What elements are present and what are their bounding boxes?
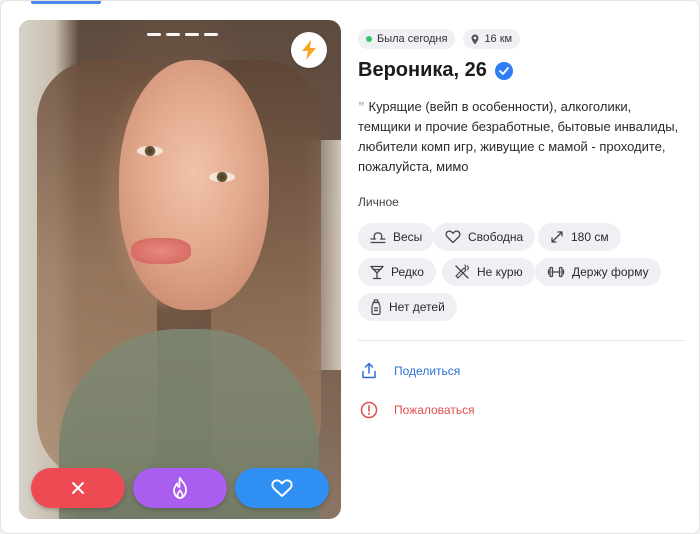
personal-section-title: Личное	[358, 195, 399, 209]
heart-outline-icon	[445, 230, 461, 244]
libra-icon	[370, 232, 386, 244]
trait-fitness: Держу форму	[535, 258, 661, 286]
photo-pagination[interactable]	[147, 33, 218, 36]
height-arrows-icon	[551, 231, 563, 243]
trait-label: Не курю	[477, 265, 523, 279]
status-chips: Была сегодня 16 км	[358, 29, 521, 49]
flame-icon	[173, 477, 187, 499]
quote-icon: ”	[358, 99, 365, 114]
superlike-button[interactable]	[133, 468, 227, 508]
profile-photo[interactable]	[19, 20, 341, 519]
like-button[interactable]	[235, 468, 329, 508]
report-button[interactable]: Пожаловаться	[360, 401, 475, 419]
trait-children: Нет детей	[358, 293, 457, 321]
trait-alcohol: Редко	[358, 258, 436, 286]
trait-label: Нет детей	[389, 300, 445, 314]
profile-header: Вероника, 26	[358, 59, 513, 82]
photo-eye-right	[209, 172, 235, 182]
photo-face	[119, 60, 269, 310]
last-seen-text: Была сегодня	[377, 33, 448, 45]
photo-page-indicator[interactable]	[204, 33, 218, 36]
trait-label: Держу форму	[572, 265, 649, 279]
profile-name: Вероника, 26	[358, 59, 487, 81]
distance-text: 16 км	[484, 33, 513, 45]
trait-label: Весы	[393, 230, 423, 244]
share-icon	[362, 362, 376, 379]
profile-window: Была сегодня 16 км Вероника, 26 ” Курящие…	[0, 0, 700, 534]
photo-page-indicator[interactable]	[147, 33, 161, 36]
cocktail-glass-icon	[370, 265, 384, 279]
report-label: Пожаловаться	[394, 403, 475, 417]
lightning-icon	[302, 40, 316, 60]
verified-icon	[494, 61, 513, 80]
close-icon	[72, 482, 84, 494]
dumbbell-icon	[547, 266, 565, 278]
photo-page-indicator[interactable]	[185, 33, 199, 36]
warning-circle-icon	[360, 401, 378, 419]
photo-page-indicator[interactable]	[166, 33, 180, 36]
dislike-button[interactable]	[31, 468, 125, 508]
top-accent-bar	[31, 1, 101, 4]
divider	[358, 340, 684, 341]
photo-eye-left	[137, 146, 163, 156]
trait-label: Свободна	[468, 230, 524, 244]
share-button[interactable]: Поделиться	[360, 362, 460, 380]
photo-lips	[131, 238, 191, 264]
trait-smoking: Не курю	[442, 258, 535, 286]
share-label: Поделиться	[394, 364, 461, 378]
trait-label: Редко	[391, 265, 424, 279]
heart-icon	[271, 479, 293, 497]
online-dot-icon	[366, 36, 372, 42]
no-smoking-icon	[455, 264, 469, 279]
last-seen-badge: Была сегодня	[358, 29, 456, 49]
boost-button[interactable]	[291, 32, 327, 68]
trait-height: 180 см	[538, 223, 621, 251]
location-pin-icon	[471, 34, 479, 44]
bio-text: Курящие (вейп в особенности), алкоголики…	[358, 99, 679, 174]
baby-bottle-icon	[371, 299, 381, 315]
trait-relationship: Свободна	[433, 223, 536, 251]
profile-bio: ” Курящие (вейп в особенности), алкоголик…	[358, 97, 684, 177]
trait-label: 180 см	[571, 230, 609, 244]
trait-zodiac: Весы	[358, 223, 435, 251]
distance-badge: 16 км	[463, 29, 521, 49]
